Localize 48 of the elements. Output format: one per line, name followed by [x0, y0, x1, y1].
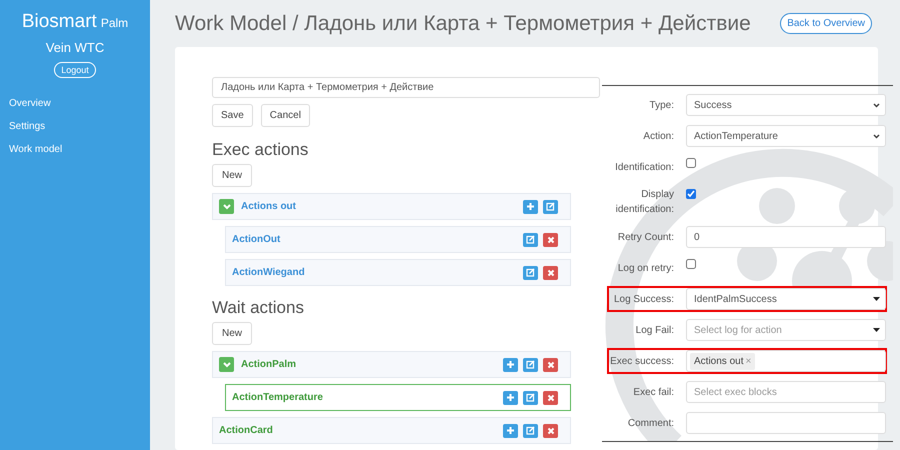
- page-title: Work Model / Ладонь или Карта + Термометрия + Действие: [175, 12, 751, 36]
- tree-row[interactable]: ActionCard: [212, 417, 571, 444]
- select-field[interactable]: Success: [686, 94, 886, 116]
- section-heading: Wait actions: [212, 298, 304, 318]
- form-button[interactable]: Cancel: [260, 104, 310, 127]
- section-heading: Exec actions: [212, 140, 308, 160]
- field-label: Type:: [648, 98, 674, 112]
- select-field[interactable]: Select log for action: [686, 319, 886, 341]
- brand-suffix: Palm: [100, 16, 128, 30]
- tag-chip[interactable]: Actions out ×: [690, 352, 756, 370]
- back-button[interactable]: Back to Overview: [780, 13, 872, 34]
- field-label: Display identification:: [614, 188, 674, 217]
- field-label: Log Success:: [612, 292, 674, 306]
- new-button[interactable]: New: [212, 322, 252, 345]
- action-link[interactable]: ActionWiegand: [232, 267, 523, 278]
- action-link[interactable]: Actions out: [241, 201, 523, 212]
- action-link[interactable]: ActionTemperature: [232, 392, 503, 403]
- brand-name: Biosmart: [22, 11, 97, 32]
- field-label: Identification:: [614, 160, 674, 174]
- nav-link[interactable]: Work model: [9, 144, 62, 155]
- multiselect-field[interactable]: Select exec blocks: [686, 381, 886, 403]
- tree-row[interactable]: ActionWiegand: [225, 259, 571, 286]
- input-field[interactable]: 0: [686, 226, 886, 248]
- select-field[interactable]: IdentPalmSuccess: [686, 288, 886, 310]
- logout-button[interactable]: Logout: [54, 62, 96, 78]
- name-field[interactable]: Ладонь или Карта + Термометрия + Действие: [212, 77, 600, 98]
- field-label: Retry Count:: [616, 230, 674, 244]
- field-label: Exec fail:: [632, 386, 674, 400]
- action-link[interactable]: ActionPalm: [241, 359, 503, 370]
- action-link[interactable]: ActionCard: [219, 425, 503, 436]
- form-button[interactable]: Save: [212, 104, 253, 127]
- nav-link[interactable]: Overview: [9, 98, 51, 109]
- field-label: Action:: [642, 130, 674, 144]
- multiselect-field[interactable]: Actions out ×: [686, 350, 886, 372]
- field-label: Exec success:: [610, 354, 674, 368]
- select-field[interactable]: ActionTemperature: [686, 125, 886, 147]
- action-link[interactable]: ActionOut: [232, 234, 523, 245]
- field-label: Log Fail:: [634, 324, 674, 338]
- tree-row[interactable]: ActionTemperature: [225, 384, 571, 411]
- field-label: Comment:: [626, 416, 674, 430]
- remove-tag-button[interactable]: ×: [745, 356, 752, 366]
- tree-row[interactable]: ActionPalm: [212, 351, 571, 378]
- brand-subtitle: Vein WTC: [46, 40, 104, 55]
- field-label: Log on retry:: [616, 262, 674, 276]
- new-button[interactable]: New: [212, 164, 252, 187]
- tree-row[interactable]: ActionOut: [225, 226, 571, 253]
- tree-row[interactable]: Actions out: [212, 193, 571, 220]
- nav-link[interactable]: Settings: [9, 121, 46, 132]
